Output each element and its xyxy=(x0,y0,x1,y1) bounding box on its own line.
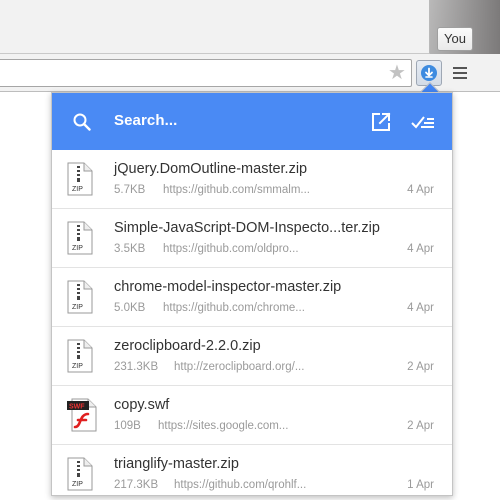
download-row[interactable]: ZIP trianglify-master.zip 217.3KB https:… xyxy=(52,445,452,495)
zip-file-icon: ZIP xyxy=(67,339,93,373)
profile-button[interactable]: You xyxy=(437,27,473,51)
download-file-name[interactable]: zeroclipboard-2.2.0.zip xyxy=(114,338,261,354)
clear-all-icon[interactable] xyxy=(410,111,436,133)
address-bar[interactable] xyxy=(0,59,412,87)
download-file-name[interactable]: jQuery.DomOutline-master.zip xyxy=(114,161,307,177)
download-date: 4 Apr xyxy=(407,243,434,255)
bookmark-star-icon[interactable]: ★ xyxy=(386,62,408,84)
download-file-size: 231.3KB xyxy=(114,361,159,373)
download-row[interactable]: ZIP jQuery.DomOutline-master.zip 5.7KB h… xyxy=(52,150,452,209)
download-file-size: 5.7KB xyxy=(114,184,146,196)
download-row[interactable]: ZIP chrome-model-inspector-master.zip 5.… xyxy=(52,268,452,327)
search-input[interactable]: Search... xyxy=(114,112,177,129)
open-downloads-folder-icon[interactable] xyxy=(370,111,392,133)
search-icon[interactable] xyxy=(72,112,92,132)
download-row[interactable]: SWF copy.swf 109B https://sites.google.c… xyxy=(52,386,452,445)
download-date: 1 Apr xyxy=(407,479,434,491)
download-date: 2 Apr xyxy=(407,420,434,432)
zip-file-icon: ZIP xyxy=(67,280,93,314)
download-file-size: 3.5KB xyxy=(114,243,146,255)
page-content-right xyxy=(452,92,500,500)
zip-file-icon: ZIP xyxy=(67,457,93,491)
download-source-url[interactable]: http://zeroclipboard.org/... xyxy=(174,361,304,373)
download-date: 4 Apr xyxy=(407,302,434,314)
zip-file-icon: ZIP xyxy=(67,162,93,196)
svg-text:ZIP: ZIP xyxy=(72,481,83,488)
downloads-list: ZIP jQuery.DomOutline-master.zip 5.7KB h… xyxy=(52,150,452,495)
download-row[interactable]: ZIP zeroclipboard-2.2.0.zip 231.3KB http… xyxy=(52,327,452,386)
svg-text:ZIP: ZIP xyxy=(72,245,83,252)
download-row[interactable]: ZIP Simple-JavaScript-DOM-Inspecto...ter… xyxy=(52,209,452,268)
download-date: 2 Apr xyxy=(407,361,434,373)
download-source-url[interactable]: https://sites.google.com... xyxy=(158,420,288,432)
svg-text:SWF: SWF xyxy=(69,404,85,411)
tab-strip xyxy=(0,0,430,54)
download-source-url[interactable]: https://github.com/smmalm... xyxy=(163,184,310,196)
download-file-size: 5.0KB xyxy=(114,302,146,314)
svg-text:ZIP: ZIP xyxy=(72,186,83,193)
download-file-name[interactable]: trianglify-master.zip xyxy=(114,456,239,472)
download-file-size: 109B xyxy=(114,420,141,432)
svg-text:ZIP: ZIP xyxy=(72,363,83,370)
download-date: 4 Apr xyxy=(407,184,434,196)
svg-text:ZIP: ZIP xyxy=(72,304,83,311)
chrome-menu-icon[interactable] xyxy=(453,67,467,79)
downloads-popup: Search... ZIP jQuery.DomOutline-master.z… xyxy=(51,92,453,496)
download-source-url[interactable]: https://github.com/oldpro... xyxy=(163,243,299,255)
download-icon xyxy=(421,65,437,81)
download-file-name[interactable]: chrome-model-inspector-master.zip xyxy=(114,279,341,295)
download-file-name[interactable]: Simple-JavaScript-DOM-Inspecto...ter.zip xyxy=(114,220,380,236)
page-content xyxy=(0,92,52,500)
download-file-name[interactable]: copy.swf xyxy=(114,397,169,413)
swf-file-icon: SWF xyxy=(67,398,97,432)
popup-header: Search... xyxy=(52,93,452,150)
zip-file-icon: ZIP xyxy=(67,221,93,255)
download-source-url[interactable]: https://github.com/qrohlf... xyxy=(174,479,306,491)
download-file-size: 217.3KB xyxy=(114,479,159,491)
download-source-url[interactable]: https://github.com/chrome... xyxy=(163,302,305,314)
